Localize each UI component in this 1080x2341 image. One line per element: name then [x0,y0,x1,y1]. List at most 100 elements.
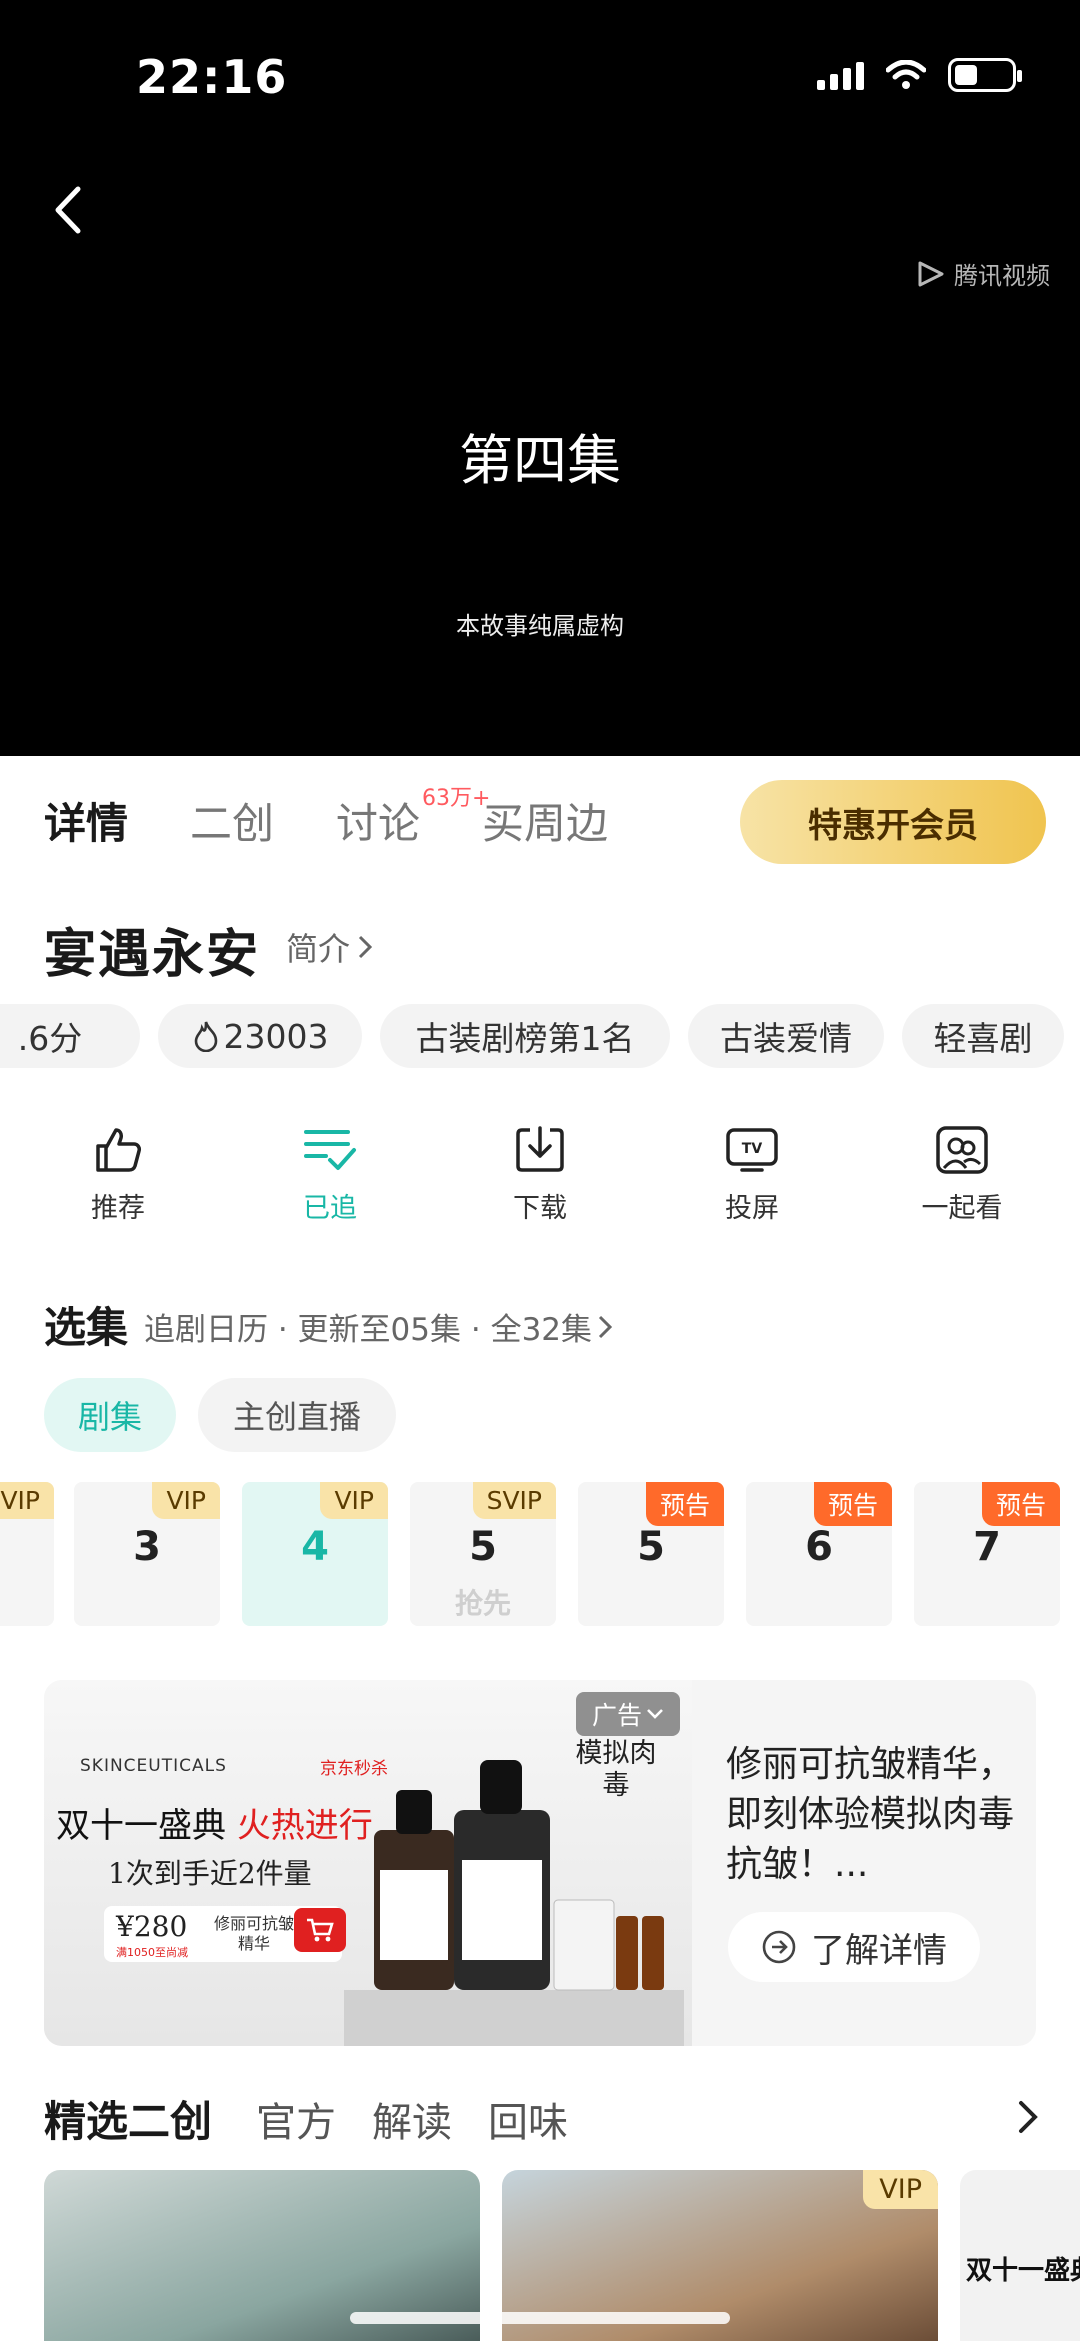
followed-action[interactable]: 已追 [250,1124,410,1225]
thumbs-up-icon [96,1128,141,1172]
tab-discussion[interactable]: 讨论 63万+ [336,786,490,851]
vip-tag: VIP [0,1482,54,1519]
episode-number: 4 [301,1524,329,1570]
status-time: 22:16 [136,50,288,104]
preview-tag: 预告 [981,1482,1060,1526]
episode-title-overlay: 第四集 [459,429,621,492]
vip-tag: VIP [863,2170,938,2209]
episode-number: 5 [469,1524,497,1570]
chevron-left-icon [55,186,81,234]
episode-card[interactable]: 预告 6 [746,1482,892,1626]
early-access-label: 抢先 [454,1587,511,1620]
ad-headline: 双十一盛典 火热进行 [56,1798,373,1847]
followed-icon [304,1130,356,1170]
chevron-right-icon [1019,2101,1038,2133]
ad-label[interactable]: 广告 [576,1692,680,1736]
video-player[interactable]: 22:16 腾讯视频 第四集 本故事纯属虚构 [0,0,1080,756]
tv-cast-icon: TV [726,1128,778,1172]
tab-merchandise[interactable]: 买周边 [482,790,608,851]
preview-tag: 预告 [813,1482,892,1526]
episode-list: VIP VIP 3 VIP 4 SVIP 5 抢先 预告 5 预告 6 预告 7 [0,1482,1080,1626]
battery-icon [948,58,1022,92]
episode-card[interactable]: VIP [0,1482,54,1626]
episode-card[interactable]: 预告 5 [578,1482,724,1626]
ad-price-note: 满1050至尚减 [116,1946,188,1959]
watermark: 腾讯视频 [916,256,1050,291]
episode-card[interactable]: VIP 3 [74,1482,220,1626]
arrow-circle-icon [762,1930,796,1964]
cast-label: 投屏 [725,1193,779,1224]
vip-tag: VIP [320,1482,388,1519]
episode-number: 6 [805,1524,833,1570]
ad-brand: SKINCEUTICALS [80,1756,227,1776]
ad-headline-black: 双十一盛典 [56,1806,226,1846]
tencent-video-logo-icon [918,261,944,286]
detail-tabs: 详情 二创 讨论 63万+ 买周边 [44,786,670,851]
episode-number: 5 [637,1524,665,1570]
episode-number: 7 [973,1524,1001,1570]
featured-tab-analysis[interactable]: 解读 [372,2090,452,2148]
ad-subline: 1次到手近2件量 [108,1857,312,1890]
cart-icon [294,1908,346,1952]
watch-together-label: 一起看 [921,1193,1003,1224]
chevron-right-icon [358,935,373,959]
filter-episodes[interactable]: 剧集 [44,1378,176,1452]
featured-more-button[interactable] [1008,2092,1048,2142]
ranking-chip[interactable]: 古装剧榜第1名 [380,1004,670,1068]
heat-value: 23003 [223,1016,329,1056]
chevron-right-icon [598,1315,613,1338]
heat-chip[interactable]: 23003 [158,1004,362,1068]
featured-tab-recap[interactable]: 回味 [488,2090,568,2148]
rating-chip[interactable]: .6分 [0,1004,140,1068]
ad-side-text: 模拟肉毒 [575,1738,657,1801]
flame-icon [194,1021,217,1052]
download-label: 下载 [513,1193,567,1224]
ad-product-name: 修丽可抗皱精华 [214,1914,295,1953]
ad-cta-label: 了解详情 [811,1930,947,1971]
featured-tabs: 官方 解读 回味 [256,2090,568,2148]
filter-creator-live[interactable]: 主创直播 [198,1378,396,1452]
recommend-action[interactable]: 推荐 [38,1124,198,1225]
ad-learn-more-button[interactable]: 了解详情 [728,1912,980,1982]
action-row: 推荐 已追 下载 TV 投屏 一起看 [0,1124,1080,1244]
tab-fan-creations[interactable]: 二创 [190,790,274,851]
episode-card-current[interactable]: VIP 4 [242,1482,388,1626]
recommend-label: 推荐 [91,1193,145,1224]
ad-description: 修丽可抗皱精华，即刻体验模拟肉毒抗皱！... [726,1744,1015,1885]
disclaimer-text: 本故事纯属虚构 [456,612,624,640]
vip-tag: VIP [152,1482,220,1519]
episode-card[interactable]: 预告 7 [914,1482,1060,1626]
genre-chip-2[interactable]: 轻喜剧 [902,1004,1064,1068]
ad-image: SKINCEUTICALS 京东秒杀 双十一盛典 火热进行 1次到手近2件量 ¥… [44,1680,692,2046]
download-icon [516,1126,564,1172]
vip-membership-button[interactable]: 特惠开会员 [740,780,1046,864]
back-button[interactable] [42,180,92,240]
episode-update-info: 追剧日历 · 更新至05集 · 全32集 [144,1312,593,1348]
featured-ad-thumb[interactable]: 双十一盛典 [960,2170,1080,2341]
download-action[interactable]: 下载 [460,1124,620,1225]
chevron-down-icon [647,1709,663,1719]
episode-section-title: 选集 [44,1303,129,1352]
genre-chip[interactable]: 古装爱情 [688,1004,884,1068]
home-indicator[interactable] [350,2312,730,2324]
followed-label: 已追 [303,1193,357,1224]
ad-card[interactable]: SKINCEUTICALS 京东秒杀 双十一盛典 火热进行 1次到手近2件量 ¥… [44,1680,1036,2046]
tag-chips: .6分 23003 古装剧榜第1名 古装爱情 轻喜剧 [0,1004,1080,1068]
intro-link[interactable]: 简介 [286,924,373,970]
svip-tag: SVIP [472,1482,556,1519]
featured-tab-official[interactable]: 官方 [256,2090,336,2148]
svg-text:TV: TV [742,1141,763,1157]
watch-together-icon [936,1126,988,1174]
tab-details[interactable]: 详情 [44,790,128,851]
ad-price: ¥280 [116,1910,188,1943]
thumb-ad-text: 双十一盛典 [966,2256,1080,2286]
cast-action[interactable]: TV 投屏 [672,1124,832,1225]
featured-section-title: 精选二创 [44,2097,213,2146]
watch-together-action[interactable]: 一起看 [882,1124,1042,1225]
episode-card[interactable]: SVIP 5 抢先 [410,1482,556,1626]
episode-calendar-link[interactable]: 追剧日历 · 更新至05集 · 全32集 [144,1304,613,1349]
episode-number: 3 [133,1524,161,1570]
tab-discussion-label: 讨论 [336,799,421,848]
preview-tag: 预告 [645,1482,724,1526]
ad-label-text: 广告 [591,1701,642,1730]
